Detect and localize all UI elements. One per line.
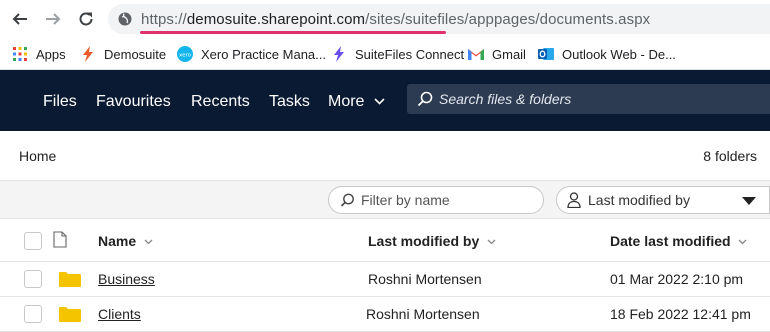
filter-by-name-input[interactable]: Filter by name [328,186,544,214]
url-highlight-underline [140,31,446,34]
folder-count: 8 folders [703,148,757,164]
app-navbar: Files Favourites Recents Tasks More Sear… [0,70,770,131]
bookmark-label: Demosuite [104,46,167,62]
bookmark-demosuite[interactable]: Demosuite [80,42,166,66]
bookmark-label: Outlook Web - De... [562,46,676,62]
caret-down-icon [742,197,756,205]
table-row[interactable]: Clients Roshni Mortensen 18 Feb 2022 12:… [0,297,770,332]
arrow-left-icon [12,13,27,25]
bookmark-suitefiles-connect[interactable]: SuiteFiles Connect [331,42,464,66]
outlook-icon [538,46,554,62]
breadcrumb-row: Home 8 folders [0,131,770,181]
bookmark-label: Apps [36,46,66,62]
column-header-label: Last modified by [368,233,480,249]
globe-icon [118,12,132,26]
select-all-checkbox[interactable] [24,232,42,250]
nav-more-label: More [328,93,365,110]
modified-by-cell: Roshni Mortensen [366,306,480,322]
sort-dropdown[interactable]: Last modified by [556,186,770,214]
back-button[interactable] [9,8,31,30]
folder-icon [59,307,81,322]
filter-toolbar: Filter by name Last modified by [0,181,770,219]
gmail-icon [468,46,484,62]
xero-icon: xero [177,46,193,62]
file-type-icon [53,231,67,248]
bookmarks-bar: Apps Demosuite xero Xero Practice Mana..… [0,38,770,70]
url-host: demosuite.sharepoint.com [186,11,366,28]
suitefiles-bolt-icon [331,46,347,62]
date-cell: 01 Mar 2022 2:10 pm [610,271,744,287]
filter-placeholder: Filter by name [361,192,450,208]
bookmark-xero[interactable]: xero Xero Practice Mana... [177,42,326,66]
suitefiles-bolt-icon [80,46,96,62]
apps-grid-icon [12,46,28,62]
nav-recents[interactable]: Recents [191,93,250,111]
bookmark-label: SuiteFiles Connect [355,46,465,62]
folder-icon [59,272,81,287]
column-header-name[interactable]: Name [98,233,153,249]
svg-text:xero: xero [179,53,192,59]
user-icon [567,192,581,208]
folder-name-link[interactable]: Business [98,271,155,287]
reload-button[interactable] [75,8,97,30]
column-header-label: Name [98,233,137,249]
table-row[interactable]: Business Roshni Mortensen 01 Mar 2022 2:… [0,262,770,297]
nav-more[interactable]: More [328,93,385,111]
url-path: /sites/suitefiles/apppages/documents.asp… [365,11,651,28]
modified-by-cell: Roshni Mortensen [368,271,482,287]
breadcrumb-home[interactable]: Home [19,148,56,164]
bookmark-gmail[interactable]: Gmail [468,42,526,66]
search-box[interactable]: Search files & folders [407,84,770,114]
column-header-modified-by[interactable]: Last modified by [368,233,496,249]
date-cell: 18 Feb 2022 12:41 pm [610,306,751,322]
browser-address-row: https://demosuite.sharepoint.com/sites/s… [0,0,770,38]
chevron-down-icon [374,98,385,105]
row-checkbox[interactable] [24,270,42,288]
sort-value: Last modified by [588,192,690,208]
search-placeholder: Search files & folders [439,91,572,107]
row-checkbox[interactable] [24,305,42,323]
chevron-down-icon [144,239,153,245]
url-scheme: https:// [141,11,187,28]
chevron-down-icon [487,239,496,245]
nav-files[interactable]: Files [43,93,77,111]
nav-favourites[interactable]: Favourites [96,93,171,111]
search-icon [340,193,354,207]
search-icon [417,91,433,107]
reload-icon [79,12,93,26]
url-text: https://demosuite.sharepoint.com/sites/s… [141,11,650,28]
bookmark-label: Xero Practice Mana... [201,46,326,62]
column-header-label: Date last modified [610,233,731,249]
column-header-date[interactable]: Date last modified [610,233,747,249]
forward-button[interactable] [42,8,64,30]
folder-name-link[interactable]: Clients [98,306,141,322]
nav-tasks[interactable]: Tasks [269,93,310,111]
bookmark-apps[interactable]: Apps [12,42,66,66]
bookmark-label: Gmail [492,46,526,62]
address-bar[interactable]: https://demosuite.sharepoint.com/sites/s… [108,4,770,34]
arrow-right-icon [46,13,61,25]
bookmark-outlook[interactable]: Outlook Web - De... [538,42,676,66]
table-header: Name Last modified by Date last modified [0,219,770,262]
chevron-down-icon [739,239,747,245]
